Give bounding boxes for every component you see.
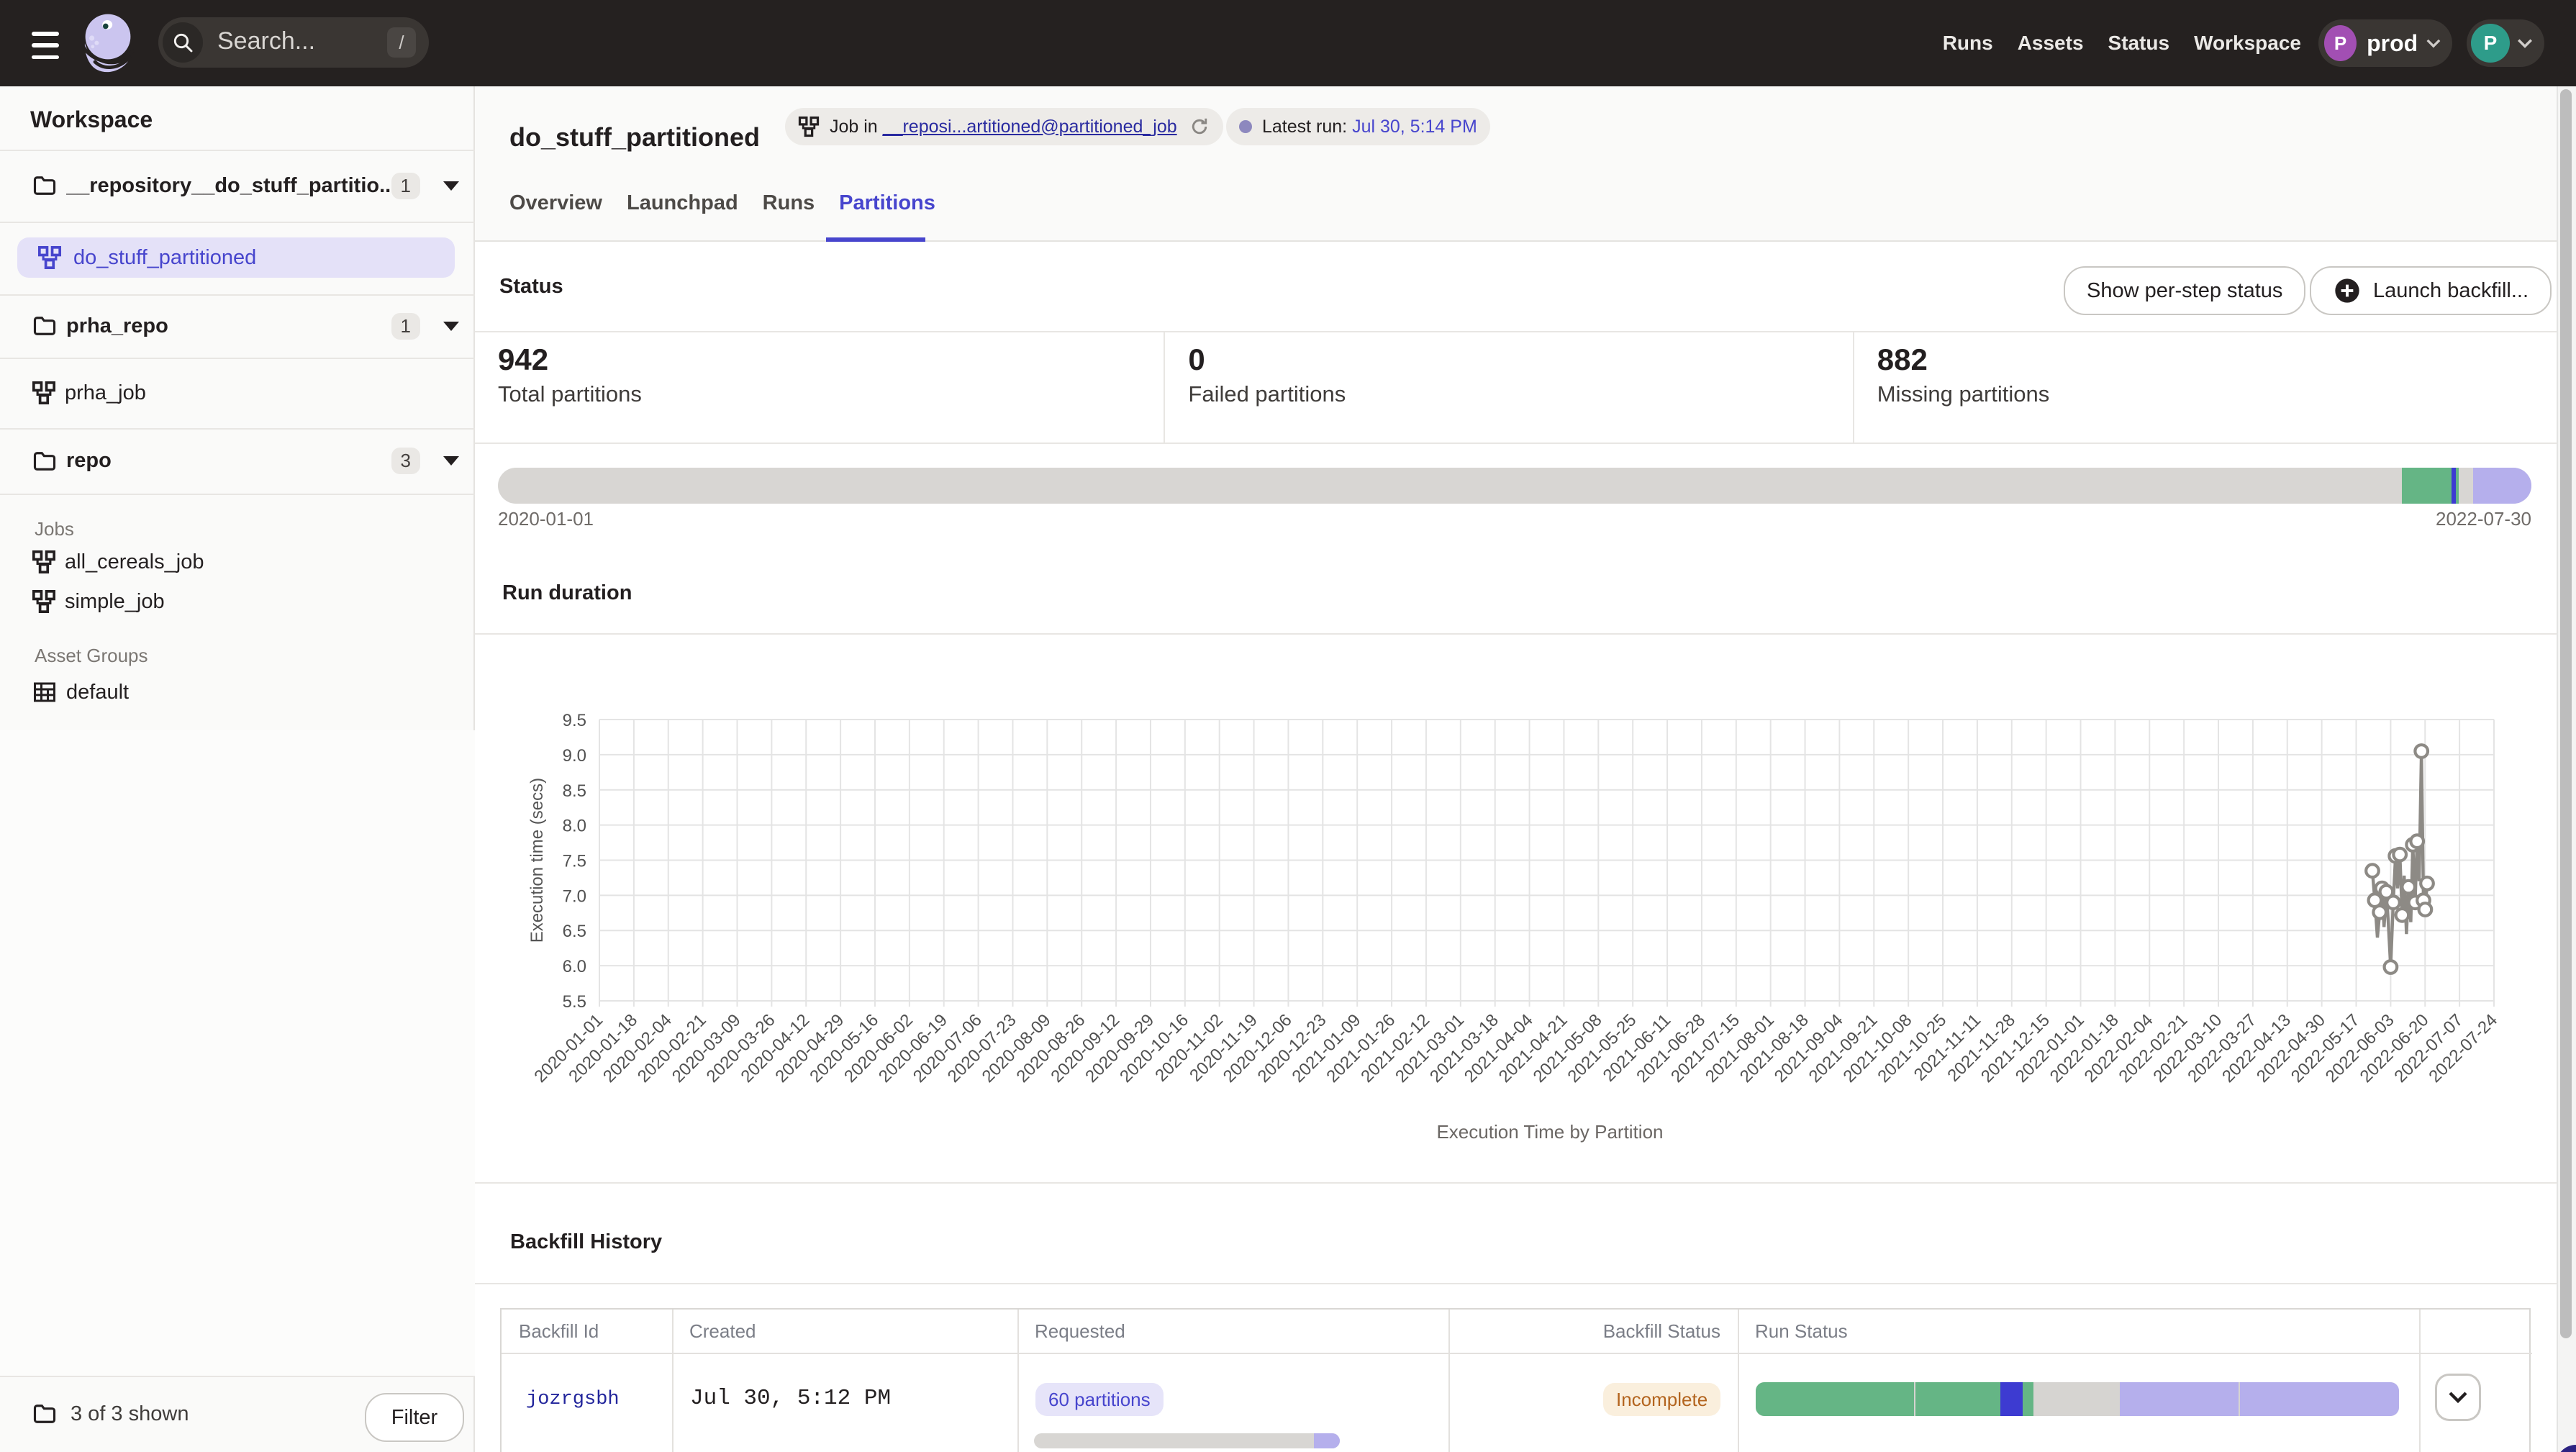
svg-text:Execution time (secs): Execution time (secs) <box>527 778 547 943</box>
svg-text:7.0: 7.0 <box>563 886 586 906</box>
svg-text:5.5: 5.5 <box>563 992 586 1012</box>
svg-text:9.5: 9.5 <box>563 711 586 730</box>
svg-text:6.5: 6.5 <box>563 922 586 941</box>
svg-text:8.5: 8.5 <box>563 781 586 801</box>
svg-text:8.0: 8.0 <box>563 817 586 836</box>
svg-text:6.0: 6.0 <box>563 957 586 976</box>
svg-text:7.5: 7.5 <box>563 852 586 871</box>
svg-text:9.0: 9.0 <box>563 746 586 766</box>
